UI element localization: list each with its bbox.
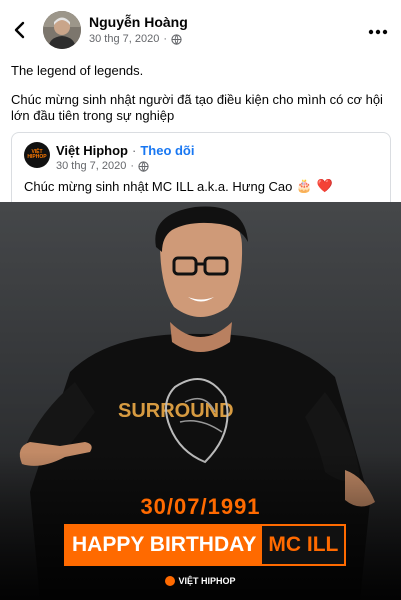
post-timestamp[interactable]: 30 thg 7, 2020 [89,33,159,45]
post-meta: 30 thg 7, 2020 · [89,33,182,45]
post-text-line1: The legend of legends. [11,63,144,78]
shared-text: Chúc mừng sinh nhật MC ILL a.k.a. Hưng C… [24,178,333,194]
brand-footer-text: VIỆT HIPHOP [178,576,236,586]
back-button[interactable] [9,18,31,42]
globe-icon [171,33,182,45]
post-header: Nguyễn Hoàng 30 thg 7, 2020 · [0,0,401,60]
shared-post[interactable]: VIỆT HIPHOP Việt Hiphop · Theo dõi 30 th… [11,132,391,203]
heart-emoji-icon: ❤️ [316,178,333,193]
author-name[interactable]: Nguyễn Hoàng [89,14,188,30]
shared-text-body: Chúc mừng sinh nhật MC ILL a.k.a. Hưng C… [24,178,293,194]
cake-emoji-icon: 🎂 [296,178,313,193]
follow-button[interactable]: Theo dõi [140,143,194,158]
author-avatar[interactable] [43,11,81,49]
more-horizontal-icon [368,29,388,35]
brand-footer: VIỆT HIPHOP [0,576,401,586]
more-options-button[interactable] [367,24,389,35]
name-dot: · [131,143,137,158]
globe-icon [138,160,149,172]
shared-meta: 30 thg 7, 2020 · [56,160,149,172]
birthday-name-text: MC ILL [262,526,345,564]
post-body: The legend of legends. Chúc mừng sinh nh… [11,63,391,137]
birthday-photo[interactable]: SURROUND 30/07/1991 HAPPY BIRTHDAY MC IL… [0,202,401,600]
shared-meta-separator: · [130,160,135,172]
shared-page-header: Việt Hiphop · Theo dõi [56,143,195,158]
happy-birthday-text: HAPPY BIRTHDAY [66,526,263,564]
shared-timestamp[interactable]: 30 thg 7, 2020 [56,160,126,172]
shared-page-name[interactable]: Việt Hiphop [56,143,128,158]
shirt-text: SURROUND [118,400,234,422]
birthday-date: 30/07/1991 [140,494,261,519]
chevron-left-icon [14,21,25,39]
post-text-line2: Chúc mừng sinh nhật người đã tạo điều ki… [11,92,383,123]
page-logo-text: VIỆT HIPHOP [27,149,47,160]
brand-logo-icon [165,576,176,586]
happy-birthday-banner: HAPPY BIRTHDAY MC ILL [64,524,347,566]
meta-separator: · [163,33,168,45]
page-logo[interactable]: VIỆT HIPHOP [24,142,50,168]
